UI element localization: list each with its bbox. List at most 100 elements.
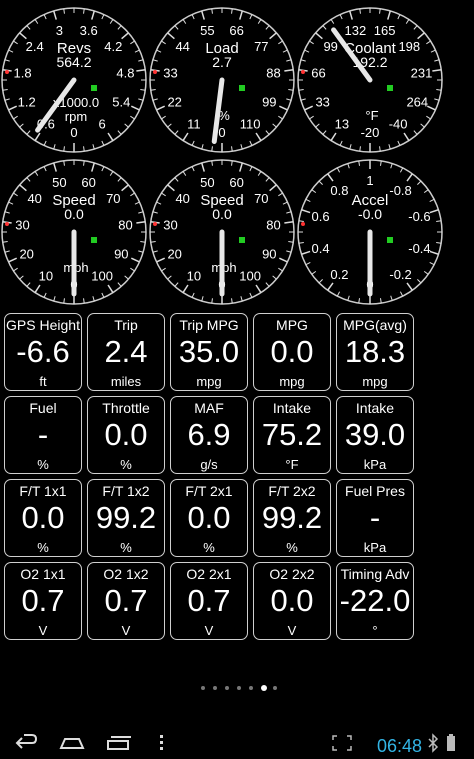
page-dot[interactable] (237, 686, 241, 690)
gauge-revs[interactable]: 00.61.21.82.43 3.64.24.85.46Revs564.2x100… (1, 7, 147, 153)
metric-tile[interactable]: O2 2x2 0.0 V (253, 562, 331, 640)
metric-unit: V (121, 623, 131, 638)
metric-unit: miles (110, 374, 142, 389)
metric-value: 99.2 (95, 500, 157, 535)
metric-tile[interactable]: Trip 2.4 miles (87, 313, 165, 391)
page-dot[interactable] (249, 686, 253, 690)
gauge-tick (231, 146, 233, 152)
metric-tile[interactable]: F/T 2x2 99.2% (253, 479, 331, 557)
gauge-tick (288, 89, 294, 91)
metric-tile[interactable]: MAF 6.9 g/s (170, 396, 248, 474)
metric-value: 0.7 (187, 583, 231, 618)
metric-tile[interactable]: F/T 1x2 99.2% (87, 479, 165, 557)
gauge-tick-label: 20 (19, 247, 33, 262)
metric-tile[interactable]: Fuel Pres - kPa (336, 479, 414, 557)
metric-tile[interactable]: O2 2x1 0.7 V (170, 562, 248, 640)
home-icon[interactable] (57, 732, 87, 754)
metric-label: Trip MPG (179, 317, 239, 333)
back-icon[interactable] (10, 732, 40, 754)
metric-tile[interactable]: Trip MPG 35.0 mpg (170, 313, 248, 391)
gauge-tick (359, 146, 361, 152)
metric-tile[interactable]: Timing Adv -22.0 ° (336, 562, 414, 640)
metric-tile[interactable]: MPG(avg) 18.3 mpg (336, 313, 414, 391)
recent-apps-icon[interactable] (104, 732, 134, 754)
gauge-tick-label: 99 (262, 95, 276, 110)
gauge-tick-label: 70 (106, 191, 120, 206)
gauge-tick (63, 146, 65, 152)
metric-value: 0.0 (104, 417, 148, 452)
gauge-tick (150, 241, 156, 243)
metric-value: 0.7 (21, 583, 65, 618)
gauge-tick-label: 80 (118, 218, 132, 233)
page-dot[interactable] (213, 686, 217, 690)
page-dot[interactable] (201, 686, 205, 690)
metric-tile[interactable]: Fuel -% (4, 396, 82, 474)
page-dot[interactable] (225, 686, 229, 690)
metric-unit: % (203, 540, 215, 555)
gauge-tick-label: -0.4 (408, 241, 430, 256)
gauge-tick-label: 0 (70, 125, 77, 140)
gauge-tick-label: 100 (239, 269, 261, 284)
gauge-tick (231, 8, 233, 14)
gauge-accel[interactable]: 00.20.40.60.81-0.8-0.6-0.4-0.2Accel-0.0 (297, 159, 443, 305)
metric-unit: % (286, 540, 298, 555)
metric-tile[interactable]: O2 1x2 0.7 V (87, 562, 165, 640)
metric-value: 35.0 (178, 334, 240, 369)
gauge-tick (436, 89, 442, 91)
gauge-speed[interactable]: 0102030405060708090100Speed0.0mph (1, 159, 147, 305)
gauge-tick-label: 30 (15, 218, 29, 233)
metric-label: GPS Height (6, 317, 80, 333)
warning-marker (153, 70, 157, 74)
page-dot[interactable] (273, 686, 277, 690)
metric-tile[interactable]: Intake 75.2 °F (253, 396, 331, 474)
gauge-tick-label: 80 (266, 218, 280, 233)
page-dot[interactable] (261, 685, 267, 691)
gauge-load[interactable]: 01122334455 66778899110Load2.7% (149, 7, 295, 153)
metric-label: O2 1x2 (103, 566, 149, 582)
status-indicator (387, 85, 393, 91)
gauge-coolant[interactable]: -2013336699132 165198231264-40Coolant192.… (297, 7, 443, 153)
more-icon[interactable] (148, 732, 178, 754)
metric-unit: % (120, 540, 132, 555)
metric-label: O2 2x1 (186, 566, 232, 582)
metric-tile[interactable]: F/T 1x1 0.0% (4, 479, 82, 557)
metric-tile[interactable]: Throttle 0.0% (87, 396, 165, 474)
gauge-tick-label: 40 (175, 191, 189, 206)
metric-tile[interactable]: O2 1x1 0.7 V (4, 562, 82, 640)
warning-marker (5, 70, 9, 74)
metric-value: 0.0 (187, 500, 231, 535)
gauge-speed[interactable]: 0102030405060708090100Speed0.0mph (149, 159, 295, 305)
gauge-tick-label: -40 (389, 117, 408, 132)
gauge-tick-label: 20 (167, 247, 181, 262)
metric-label: MAF (194, 400, 224, 416)
metric-tile[interactable]: F/T 2x1 0.0% (170, 479, 248, 557)
metric-tile[interactable]: MPG 0.0 mpg (253, 313, 331, 391)
warning-marker (301, 70, 305, 74)
metric-tile[interactable]: Intake 39.0 kPa (336, 396, 414, 474)
gauge-tick-label: 10 (187, 269, 201, 284)
metric-unit: V (287, 623, 297, 638)
metric-label: Throttle (102, 400, 150, 416)
page-indicator (0, 685, 474, 696)
gauge-tick-label: 0.4 (312, 241, 330, 256)
metric-tile[interactable]: GPS Height -6.6 ft (4, 313, 82, 391)
gauge-tick-label: 60 (81, 175, 95, 190)
screenshot-icon (332, 735, 352, 751)
warning-marker (301, 222, 305, 226)
gauge-tick-label: 70 (254, 191, 268, 206)
gauge-value: 0.0 (64, 206, 84, 222)
gauge-tick (63, 298, 65, 304)
gauge-tick (211, 8, 213, 14)
gauge-tick (83, 146, 85, 152)
gauge-tick-label: 11 (187, 117, 201, 132)
metric-label: F/T 2x2 (268, 483, 316, 499)
metric-unit: ft (39, 374, 47, 389)
gauge-tick-label: 30 (163, 218, 177, 233)
metric-value: 75.2 (261, 417, 323, 452)
gauge-tick-label: 50 (52, 175, 66, 190)
status-indicator (239, 237, 245, 243)
warning-marker (153, 222, 157, 226)
gauge-tick-label: 3.6 (80, 23, 98, 38)
gauge-unit: °F (365, 108, 378, 123)
metric-label: O2 2x2 (269, 566, 315, 582)
